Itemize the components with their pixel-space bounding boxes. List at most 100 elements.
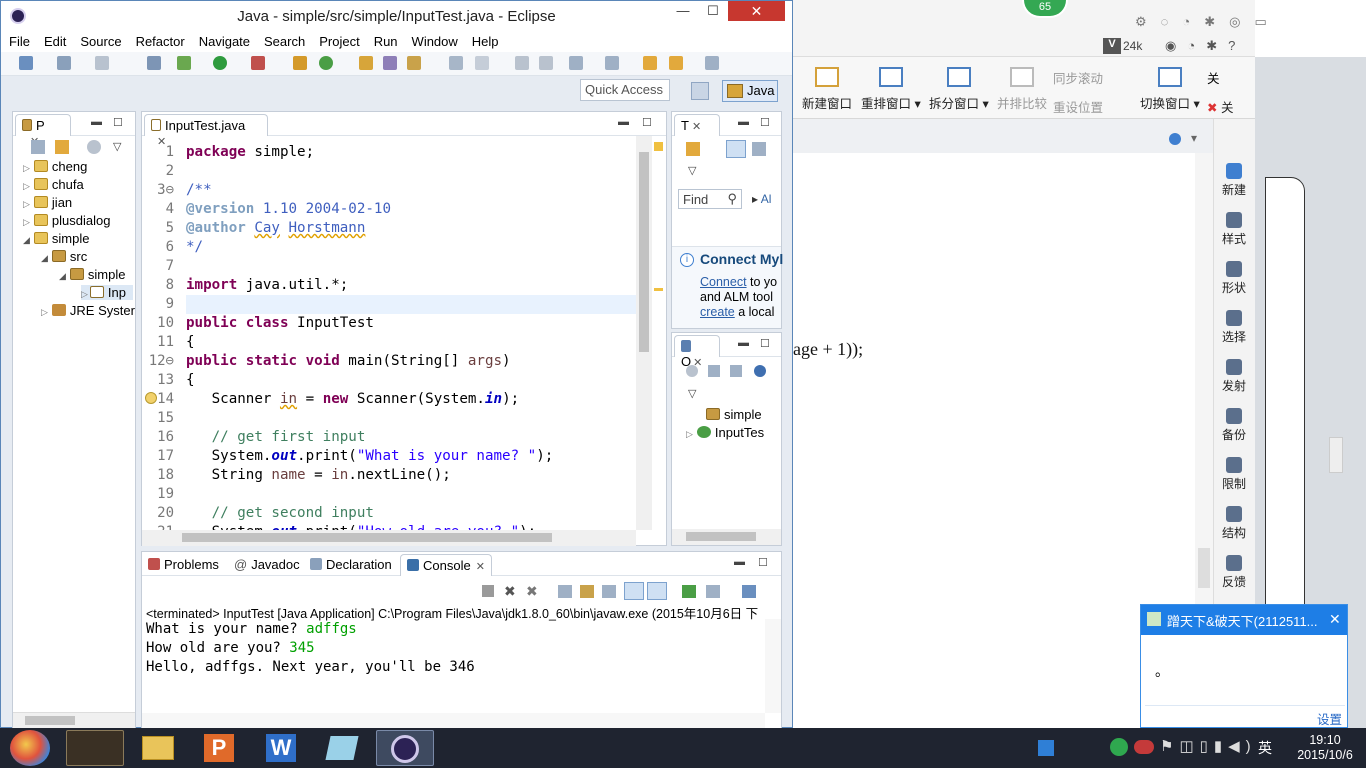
- scrollbar-thumb[interactable]: [25, 716, 75, 725]
- minimize-icon[interactable]: ▬: [738, 337, 749, 349]
- open-task-icon[interactable]: [407, 56, 421, 70]
- tree-item[interactable]: ▷ cheng: [23, 159, 87, 174]
- run-icon[interactable]: [213, 56, 227, 70]
- side-style-button[interactable]: 样式: [1214, 212, 1254, 247]
- new-window-button[interactable]: 新建窗口: [802, 67, 852, 112]
- maximize-icon[interactable]: ☐: [760, 116, 770, 129]
- side-structure-button[interactable]: 结构: [1214, 506, 1254, 541]
- taskbar-app-eclipse[interactable]: [376, 730, 434, 766]
- expand-icon[interactable]: ▷: [686, 429, 693, 439]
- link-editor-icon[interactable]: [55, 140, 69, 154]
- new-class-icon[interactable]: [319, 56, 333, 70]
- ime-indicator[interactable]: 英: [1258, 738, 1272, 758]
- pin-console-icon[interactable]: [682, 585, 696, 598]
- task-find-input[interactable]: Find ⚲: [678, 189, 742, 209]
- side-feedback-button[interactable]: 反馈: [1214, 555, 1254, 590]
- expand-icon[interactable]: ▷: [23, 199, 30, 209]
- debug-icon[interactable]: [177, 56, 191, 70]
- console-horizontal-scrollbar[interactable]: [142, 713, 765, 728]
- terminate-icon[interactable]: [482, 585, 494, 597]
- minimize-icon[interactable]: ▬: [734, 556, 745, 568]
- remove-launch-icon[interactable]: ✖: [504, 583, 516, 600]
- word-wrap-icon[interactable]: [602, 585, 616, 598]
- open-perspective-icon[interactable]: [691, 82, 709, 100]
- chat-close-icon[interactable]: ✕: [1329, 611, 1341, 628]
- previous-annotation-icon[interactable]: [605, 56, 619, 70]
- editor-horizontal-scrollbar[interactable]: [142, 530, 636, 546]
- taskbar-app-wps-presentation[interactable]: P: [192, 730, 250, 766]
- tree-item[interactable]: ▷ plusdialog: [23, 213, 110, 228]
- dropdown-icon[interactable]: ▾: [1191, 131, 1197, 145]
- console-output[interactable]: What is your name? adffgs How old are yo…: [142, 619, 765, 713]
- chat-notification[interactable]: 蹭天下&破天下(2112511... ✕ 。 设置: [1140, 604, 1348, 728]
- save-icon[interactable]: [57, 56, 71, 70]
- sync-scroll-button[interactable]: 同步滚动: [1053, 68, 1103, 87]
- scheduled-icon[interactable]: [752, 142, 766, 156]
- taskbar-app-media[interactable]: [66, 730, 124, 766]
- maximize-button[interactable]: ☐: [698, 1, 728, 21]
- new-package-icon[interactable]: [293, 56, 307, 70]
- horizontal-scrollbar[interactable]: [672, 529, 781, 545]
- all-dropdown[interactable]: ▸ Al: [752, 192, 771, 206]
- menu-search[interactable]: Search: [264, 32, 305, 52]
- tray-app-icon[interactable]: [1038, 740, 1054, 756]
- maximize-icon[interactable]: ☐: [113, 116, 123, 129]
- outline-item[interactable]: simple: [706, 407, 762, 422]
- tab-close-icon[interactable]: ✕: [692, 121, 701, 133]
- expand-icon[interactable]: ▷: [23, 217, 30, 227]
- menu-navigate[interactable]: Navigate: [199, 32, 250, 52]
- block-selection-icon[interactable]: [515, 56, 529, 70]
- menu-refactor[interactable]: Refactor: [136, 32, 185, 52]
- all-link[interactable]: Al: [761, 192, 772, 206]
- scrollbar-thumb[interactable]: [639, 152, 649, 352]
- taskbar-app-explorer[interactable]: [130, 730, 188, 766]
- close-doc-button[interactable]: 关: [1207, 68, 1220, 87]
- forward-icon[interactable]: [705, 56, 719, 70]
- tab-inputtest-java[interactable]: InputTest.java ✕: [144, 114, 268, 148]
- tab-declaration[interactable]: Declaration: [310, 557, 392, 572]
- display-console-icon[interactable]: [706, 585, 720, 598]
- show-stderr-icon[interactable]: [647, 582, 667, 600]
- start-button[interactable]: [10, 730, 50, 766]
- document-area[interactable]: age + 1));: [793, 153, 1163, 728]
- reset-position-button[interactable]: 重设位置: [1053, 97, 1103, 116]
- maximize-icon[interactable]: ☐: [758, 556, 768, 569]
- scrollbar-thumb[interactable]: [1198, 548, 1210, 588]
- side-shape-button[interactable]: 形状: [1214, 261, 1254, 296]
- expand-icon[interactable]: ▷: [81, 289, 88, 299]
- side-send-button[interactable]: 发射: [1214, 359, 1254, 394]
- tree-item[interactable]: ◢ simple: [23, 231, 90, 246]
- menu-window[interactable]: Window: [412, 32, 458, 52]
- taskbar-app-notes[interactable]: [314, 730, 372, 766]
- minimize-icon[interactable]: ▬: [618, 116, 629, 128]
- split-window-button[interactable]: 拆分窗口 ▾: [929, 67, 989, 112]
- minimize-button[interactable]: —: [668, 1, 698, 21]
- focus-icon[interactable]: [87, 140, 101, 154]
- taskbar-app-wps-writer[interactable]: W: [254, 730, 312, 766]
- tray-system-icons[interactable]: ⚑◫▯▮◀): [1160, 737, 1257, 755]
- close-all-button[interactable]: ✖ 关: [1207, 97, 1233, 116]
- annotation-icon[interactable]: [449, 56, 463, 70]
- menu-run[interactable]: Run: [374, 32, 398, 52]
- collapse-all-icon[interactable]: [31, 140, 45, 154]
- editor-vertical-scrollbar[interactable]: [636, 136, 652, 530]
- next-annotation-icon[interactable]: [569, 56, 583, 70]
- tab-close-icon[interactable]: ✕: [476, 561, 485, 573]
- back-icon[interactable]: [669, 56, 683, 70]
- menu-file[interactable]: File: [9, 32, 30, 52]
- tab-console[interactable]: Console ✕: [400, 554, 492, 576]
- expand-icon[interactable]: ▷: [23, 163, 30, 173]
- minimize-icon[interactable]: ▬: [738, 116, 749, 128]
- last-edit-icon[interactable]: [643, 56, 657, 70]
- collapse-icon[interactable]: ◢: [59, 271, 66, 281]
- tree-item[interactable]: ◢ src: [41, 249, 87, 264]
- scrollbar-thumb[interactable]: [686, 532, 756, 541]
- show-whitespace-icon[interactable]: [539, 56, 553, 70]
- tab-outline[interactable]: O ✕: [674, 335, 720, 369]
- view-menu-icon[interactable]: ▽: [688, 387, 696, 400]
- collapse-icon[interactable]: ◢: [41, 253, 48, 263]
- java-perspective-button[interactable]: Java: [722, 80, 778, 102]
- tab-javadoc[interactable]: @ Javadoc: [234, 557, 300, 572]
- page-thumbnail[interactable]: [1265, 177, 1305, 617]
- chat-settings-link[interactable]: 设置: [1317, 709, 1342, 728]
